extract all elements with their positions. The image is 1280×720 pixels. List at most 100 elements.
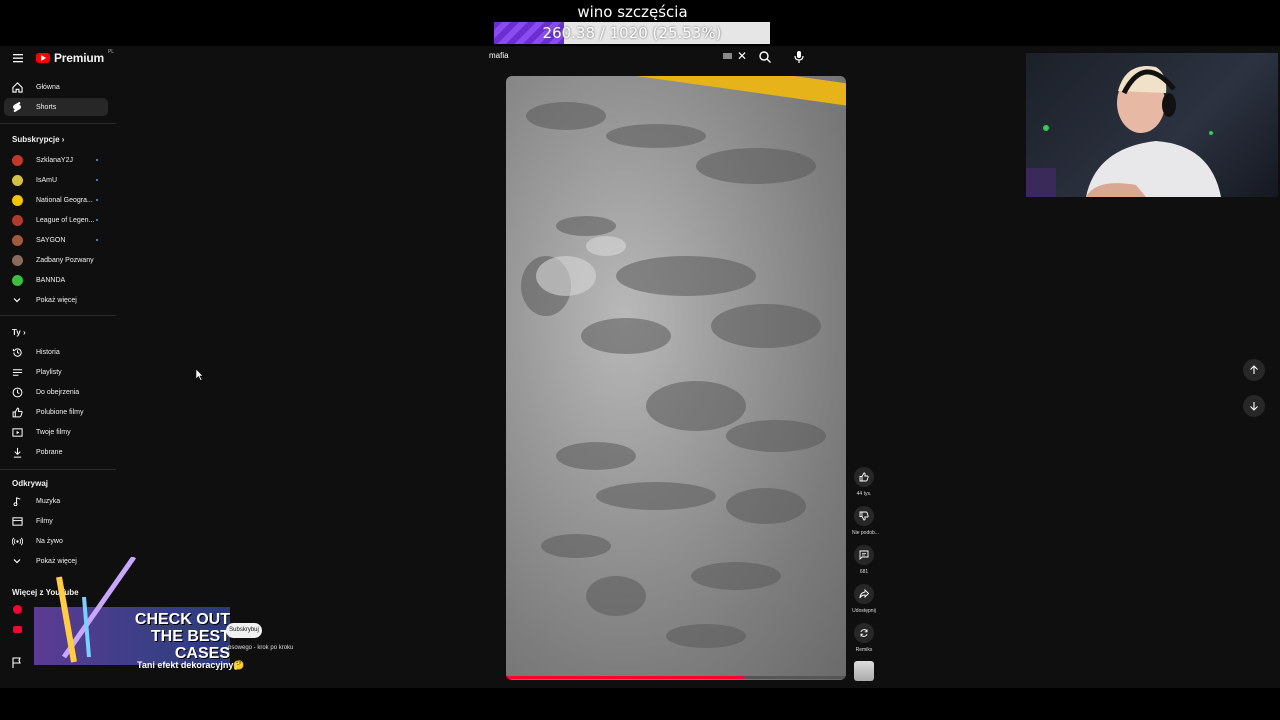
subscription-label: Zadbany Pozwany xyxy=(36,256,94,264)
share-icon xyxy=(854,584,874,604)
new-content-dot xyxy=(96,239,98,241)
channel-avatar xyxy=(10,253,24,267)
sidebar-item-label: Pobrane xyxy=(36,448,63,456)
ad-text: CHECK OUT THE BEST CASES xyxy=(134,611,230,662)
sidebar-item-shorts[interactable]: Shorts xyxy=(4,98,108,116)
share-label: Udostępnij xyxy=(852,608,876,614)
subscribe-button[interactable]: Subskrybuj xyxy=(226,623,262,638)
thumbs-down-icon xyxy=(854,506,874,526)
comment-count: 681 xyxy=(859,569,869,575)
sidebar-item-show-more-subs[interactable]: Pokaż więcej xyxy=(4,291,108,309)
plaster-texture xyxy=(521,102,826,648)
like-count: 44 tys. xyxy=(856,491,872,497)
subscription-label: BANNDA xyxy=(36,276,66,284)
subscription-item[interactable]: National Geogra... xyxy=(4,191,108,209)
share-button[interactable]: Udostępnij xyxy=(852,584,876,614)
subscription-item[interactable]: IsAmU xyxy=(4,171,108,189)
history-icon xyxy=(10,345,24,359)
subscription-item[interactable]: League of Legen... xyxy=(4,211,108,229)
subscription-item[interactable]: SAYGON xyxy=(4,231,108,249)
channel-avatar xyxy=(10,273,24,287)
sidebar-item-history[interactable]: Historia xyxy=(4,343,108,361)
comments-button[interactable]: 681 xyxy=(852,545,876,575)
download-icon xyxy=(10,445,24,459)
case-ad-banner[interactable]: CHECK OUT THE BEST CASES xyxy=(34,557,230,665)
like-icon xyxy=(10,405,24,419)
sidebar-item-label: Historia xyxy=(36,348,60,356)
youtube-logo[interactable]: Premium PL xyxy=(36,49,114,66)
sidebar-divider xyxy=(0,469,116,470)
sidebar-item-watch-later[interactable]: Do obejrzenia xyxy=(4,383,108,401)
subscriptions-title[interactable]: Subskrypcje › xyxy=(12,135,64,144)
playlist-icon xyxy=(10,365,24,379)
new-content-dot xyxy=(96,219,98,221)
remix-button[interactable]: Remiks xyxy=(852,623,876,653)
streamer-figure xyxy=(1026,66,1221,197)
arrow-up-icon xyxy=(1250,365,1258,374)
sidebar-item-label: Na żywo xyxy=(36,537,63,545)
subscription-item[interactable]: SzklanaY2J xyxy=(4,151,108,169)
remix-icon xyxy=(854,623,874,643)
logo-text: Premium xyxy=(54,51,104,65)
sidebar-item-label: Pokaż więcej xyxy=(36,296,77,304)
search-icon[interactable] xyxy=(758,50,772,64)
sidebar-item-live[interactable]: Na żywo xyxy=(4,532,108,550)
chevron-down-icon xyxy=(10,293,24,307)
flag-icon[interactable] xyxy=(12,656,22,674)
search-input[interactable]: mafia xyxy=(489,51,509,60)
comment-icon xyxy=(854,545,874,565)
menu-icon[interactable] xyxy=(10,50,26,66)
subscription-item[interactable]: Zadbany Pozwany xyxy=(4,251,108,269)
sidebar-item-film[interactable]: Filmy xyxy=(4,512,108,530)
short-subtitle: psowego - krok po kroku xyxy=(228,645,294,651)
next-short-button[interactable] xyxy=(1243,395,1265,417)
subscription-item[interactable]: BANNDA xyxy=(4,271,108,289)
home-icon xyxy=(10,80,24,94)
keyboard-icon[interactable] xyxy=(723,53,732,59)
sidebar-item-label: Filmy xyxy=(36,517,53,525)
subscription-label: SAYGON xyxy=(36,236,66,244)
dislike-button[interactable]: Nie podob... xyxy=(852,506,879,536)
search-box[interactable]: mafia ✕ xyxy=(483,48,753,66)
youtube-kids-icon[interactable] xyxy=(13,626,22,633)
channel-avatar xyxy=(10,233,24,247)
subscription-label: IsAmU xyxy=(36,176,57,184)
sidebar-item-label: Playlisty xyxy=(36,368,62,376)
chevron-down-icon xyxy=(10,554,24,568)
sidebar-item-label: Do obejrzenia xyxy=(36,388,80,396)
goal-progress-text: 260.38 / 1020 (25.53%) xyxy=(542,24,722,42)
new-content-dot xyxy=(96,159,98,161)
audio-thumbnail[interactable] xyxy=(854,661,874,681)
goal-title: wino szczęścia xyxy=(577,3,688,21)
new-content-dot xyxy=(96,179,98,181)
short-title[interactable]: Tani efekt dekoracyjny🤔 xyxy=(137,660,245,671)
subscription-label: National Geogra... xyxy=(36,196,93,204)
previous-short-button[interactable] xyxy=(1243,359,1265,381)
sidebar-item-your-videos[interactable]: Twoje filmy xyxy=(4,423,108,441)
channel-avatar xyxy=(10,173,24,187)
youtube-play-icon xyxy=(36,53,50,63)
short-video-player[interactable] xyxy=(506,76,846,680)
you-title[interactable]: Ty › xyxy=(12,328,26,337)
sidebar-item-download[interactable]: Pobrane xyxy=(4,443,108,461)
mic-icon[interactable] xyxy=(793,50,805,64)
your-videos-icon xyxy=(10,425,24,439)
sidebar-item-home[interactable]: Główna xyxy=(4,78,108,96)
sidebar-item-music[interactable]: Muzyka xyxy=(4,492,108,510)
sidebar-item-label: Shorts xyxy=(36,103,57,111)
youtube-music-icon[interactable] xyxy=(13,605,22,614)
sidebar-item-like[interactable]: Polubione filmy xyxy=(4,403,108,421)
streamer-webcam xyxy=(1026,53,1278,197)
like-button[interactable]: 44 tys. xyxy=(852,467,876,497)
dislike-label: Nie podob... xyxy=(852,530,879,536)
clear-search-icon[interactable]: ✕ xyxy=(737,50,747,62)
sidebar-item-playlist[interactable]: Playlisty xyxy=(4,363,108,381)
mouse-cursor-icon xyxy=(196,369,204,381)
shorts-icon xyxy=(10,100,24,114)
music-icon xyxy=(10,494,24,508)
sidebar-item-label: Główna xyxy=(36,83,60,91)
video-progress-fill xyxy=(506,676,744,679)
arrow-down-icon xyxy=(1250,402,1258,411)
sidebar-item-label: Twoje filmy xyxy=(36,428,71,436)
remix-label: Remiks xyxy=(855,647,873,653)
